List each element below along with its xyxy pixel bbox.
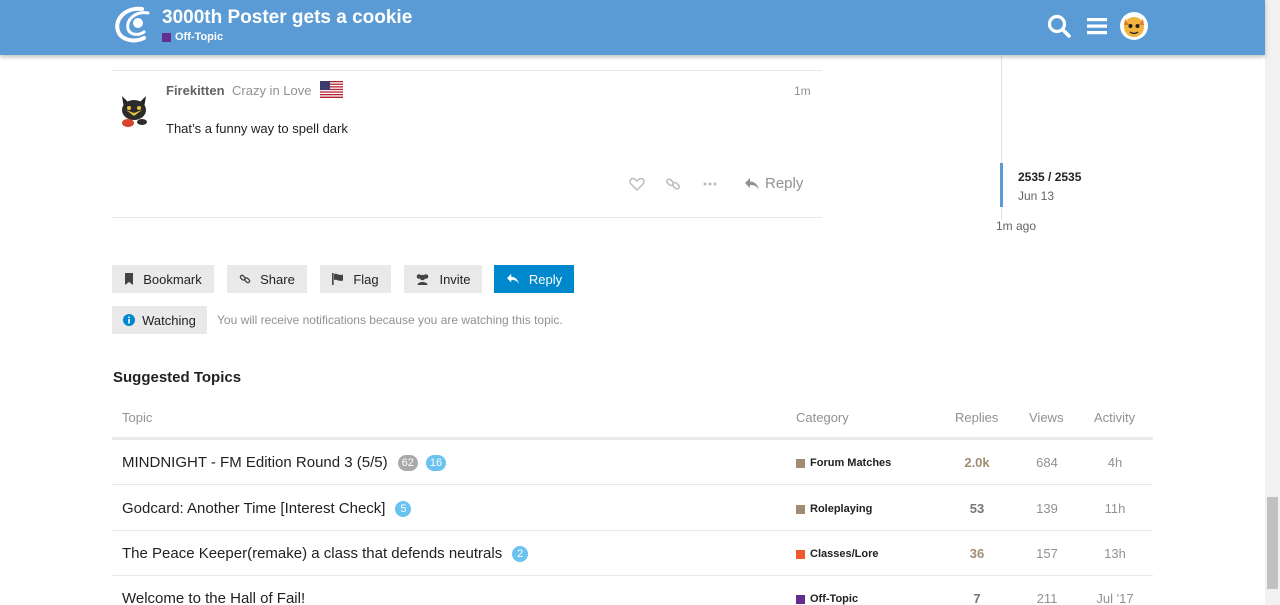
category-badge[interactable]: Forum Matches bbox=[796, 457, 891, 469]
topic-link[interactable]: MINDNIGHT - FM Edition Round 3 (5/5) bbox=[122, 454, 388, 471]
activity-time[interactable]: 4h bbox=[1085, 455, 1145, 470]
activity-time[interactable]: 13h bbox=[1085, 546, 1145, 561]
flag-label: Flag bbox=[353, 271, 379, 287]
like-heart-icon[interactable] bbox=[629, 176, 645, 192]
category-label: Forum Matches bbox=[810, 457, 892, 469]
category-color-swatch bbox=[796, 458, 805, 468]
post-body: That’s a funny way to spell dark bbox=[166, 121, 348, 136]
topic-category-label: Off-Topic bbox=[175, 31, 224, 43]
timeline-last-activity[interactable]: 1m ago bbox=[996, 219, 1036, 233]
link-icon bbox=[239, 274, 251, 284]
post-top-divider bbox=[112, 70, 822, 71]
notification-level-label: Watching bbox=[142, 312, 196, 328]
post-author-avatar[interactable] bbox=[112, 86, 156, 130]
replies-count[interactable]: 7 bbox=[947, 591, 1007, 605]
share-button[interactable]: Share bbox=[227, 265, 307, 293]
reply-button[interactable]: Reply bbox=[494, 265, 574, 293]
users-icon bbox=[417, 274, 429, 285]
category-color-swatch bbox=[796, 594, 805, 604]
column-header-topic[interactable]: Topic bbox=[122, 410, 152, 425]
copy-link-icon[interactable] bbox=[665, 176, 681, 192]
replies-count[interactable]: 36 bbox=[947, 546, 1007, 561]
category-color-swatch bbox=[162, 32, 171, 42]
new-posts-badge[interactable]: 16 bbox=[425, 454, 447, 471]
post-bottom-divider bbox=[112, 217, 822, 218]
site-header: 3000th Poster gets a cookie Off-Topic bbox=[0, 0, 1265, 55]
category-label: Off-Topic bbox=[810, 593, 859, 605]
category-color-swatch bbox=[796, 549, 805, 559]
table-row[interactable]: The Peace Keeper(remake) a class that de… bbox=[112, 531, 1153, 576]
column-header-category[interactable]: Category bbox=[796, 410, 849, 425]
page-scrollbar[interactable] bbox=[1265, 0, 1280, 605]
post-reply-label: Reply bbox=[765, 175, 804, 192]
reply-arrow-icon bbox=[506, 273, 519, 285]
topic-link[interactable]: The Peace Keeper(remake) a class that de… bbox=[122, 545, 502, 562]
new-posts-badge[interactable]: 5 bbox=[395, 500, 412, 517]
category-badge[interactable]: Classes/Lore bbox=[796, 548, 878, 560]
category-badge[interactable]: Roleplaying bbox=[796, 503, 872, 515]
replies-count[interactable]: 53 bbox=[947, 501, 1007, 516]
topic-link[interactable]: Godcard: Another Time [Interest Check] bbox=[122, 500, 385, 517]
activity-time[interactable]: 11h bbox=[1085, 501, 1145, 516]
new-posts-badge[interactable]: 2 bbox=[512, 545, 529, 562]
flag-button[interactable]: Flag bbox=[320, 265, 391, 293]
hamburger-menu-icon[interactable] bbox=[1084, 13, 1110, 39]
bookmark-label: Bookmark bbox=[143, 271, 202, 287]
search-icon[interactable] bbox=[1046, 13, 1072, 39]
invite-label: Invite bbox=[439, 271, 471, 287]
info-circle-icon bbox=[123, 314, 136, 326]
topic-link[interactable]: Welcome to the Hall of Fail! bbox=[122, 590, 305, 605]
views-count: 684 bbox=[1036, 455, 1058, 470]
category-label: Roleplaying bbox=[810, 503, 873, 515]
category-color-swatch bbox=[796, 504, 805, 514]
post-user-title: Crazy in Love bbox=[232, 83, 312, 98]
site-logo-icon[interactable] bbox=[112, 5, 156, 45]
us-flag-icon bbox=[320, 81, 343, 98]
reply-label: Reply bbox=[528, 271, 563, 287]
flag-icon bbox=[332, 273, 344, 285]
timeline-post-count: 2535 / 2535 bbox=[1018, 170, 1082, 184]
topic-title[interactable]: 3000th Poster gets a cookie bbox=[162, 7, 412, 29]
notification-description: You will receive notifications because y… bbox=[217, 313, 563, 327]
category-badge[interactable]: Off-Topic bbox=[796, 593, 858, 605]
views-count: 211 bbox=[1036, 591, 1058, 605]
post-reply-button[interactable]: Reply bbox=[744, 175, 803, 192]
post-username[interactable]: Firekitten bbox=[166, 83, 225, 98]
views-count: 139 bbox=[1036, 501, 1058, 516]
column-header-replies[interactable]: Replies bbox=[955, 410, 998, 425]
replies-count[interactable]: 2.0k bbox=[947, 455, 1007, 470]
bookmark-button[interactable]: Bookmark bbox=[112, 265, 214, 293]
views-count: 157 bbox=[1036, 546, 1058, 561]
table-row[interactable]: Godcard: Another Time [Interest Check] 5… bbox=[112, 486, 1153, 531]
notification-level-button[interactable]: Watching bbox=[112, 306, 207, 334]
table-row[interactable]: MINDNIGHT - FM Edition Round 3 (5/5) 62 … bbox=[112, 440, 1153, 485]
reply-arrow-icon bbox=[745, 177, 759, 190]
invite-button[interactable]: Invite bbox=[404, 265, 482, 293]
unread-posts-badge[interactable]: 62 bbox=[397, 454, 418, 471]
user-avatar-icon[interactable] bbox=[1119, 11, 1149, 41]
share-label: Share bbox=[260, 271, 295, 287]
post-timestamp[interactable]: 1m bbox=[794, 84, 811, 98]
activity-time[interactable]: Jul '17 bbox=[1085, 591, 1145, 605]
column-header-activity[interactable]: Activity bbox=[1094, 410, 1135, 425]
column-header-views[interactable]: Views bbox=[1029, 410, 1063, 425]
bookmark-icon bbox=[125, 273, 134, 285]
more-actions-icon[interactable] bbox=[702, 176, 718, 192]
table-row[interactable]: Welcome to the Hall of Fail! Off-Topic 7… bbox=[112, 576, 1153, 605]
category-label: Classes/Lore bbox=[810, 548, 879, 560]
scrollbar-thumb[interactable] bbox=[1267, 497, 1278, 589]
suggested-topics-title: Suggested Topics bbox=[113, 369, 242, 386]
topic-category-badge[interactable]: Off-Topic bbox=[162, 31, 223, 43]
timeline-date: Jun 13 bbox=[1018, 189, 1055, 203]
timeline-handle[interactable] bbox=[1000, 163, 1003, 207]
